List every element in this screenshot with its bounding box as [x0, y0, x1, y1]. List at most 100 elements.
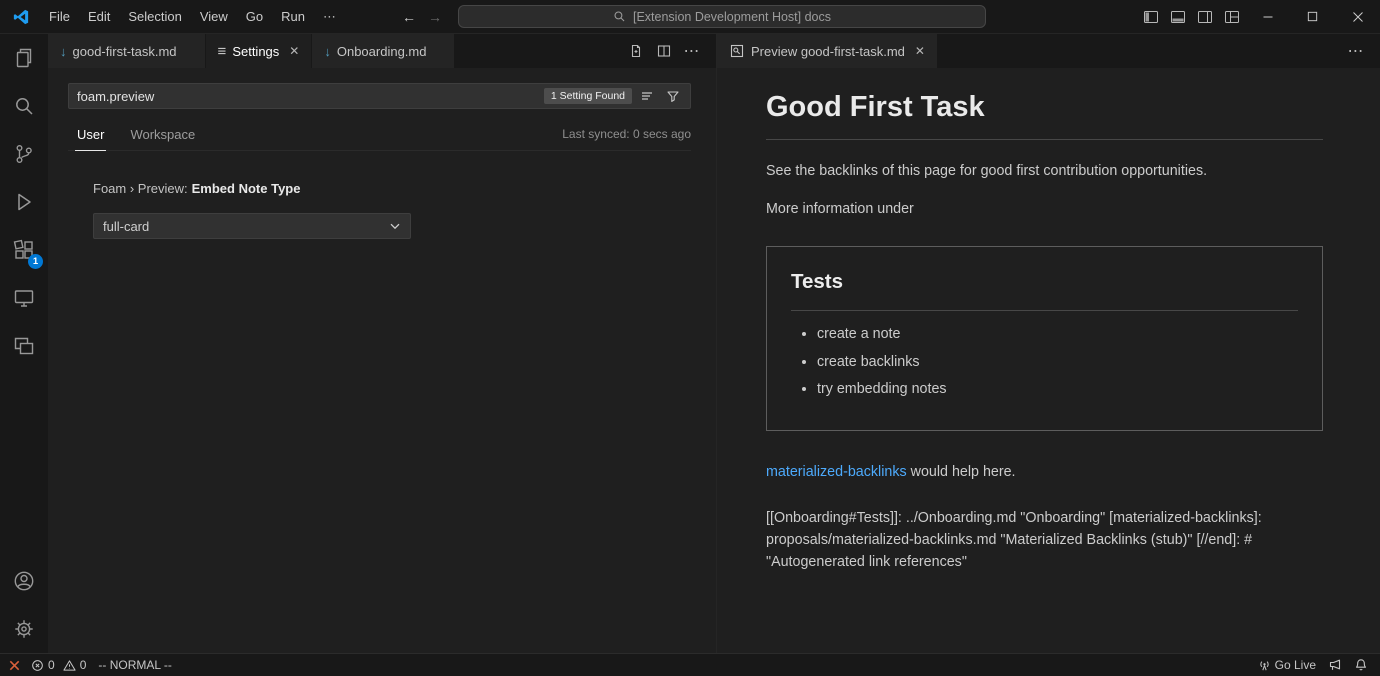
editor-actions-right: ⋯: [1344, 34, 1380, 68]
link-tail-text: would help here.: [907, 464, 1016, 480]
source-control-icon[interactable]: [0, 130, 48, 178]
embed-bullet-item: create a note: [817, 324, 1298, 345]
dropdown-value: full-card: [103, 219, 149, 234]
warnings-count: 0: [80, 658, 87, 672]
setting-title: Foam › Preview:Embed Note Type: [93, 181, 691, 196]
preview-title: Good First Task: [766, 86, 1323, 140]
editor-actions-left: ⋯: [624, 34, 716, 68]
notifications-bell-icon[interactable]: [1348, 654, 1374, 676]
extensions-icon[interactable]: 1: [0, 226, 48, 274]
tab-preview-good-first-task[interactable]: Preview good-first-task.md ✕: [717, 34, 938, 68]
split-editor-icon[interactable]: [652, 39, 676, 63]
errors-icon: [31, 659, 44, 672]
extensions-badge: 1: [28, 254, 43, 269]
go-live-button[interactable]: Go Live: [1252, 654, 1322, 676]
vim-mode-status[interactable]: -- NORMAL --: [92, 654, 178, 676]
setting-name: Embed Note Type: [192, 181, 301, 196]
forward-button[interactable]: →: [424, 9, 446, 25]
tab-onboarding[interactable]: ↓ Onboarding.md: [312, 34, 455, 68]
run-debug-icon[interactable]: [0, 178, 48, 226]
tab-settings[interactable]: ≡ Settings ✕: [206, 34, 313, 68]
preview-paragraph: materialized-backlinks would help here.: [766, 462, 1323, 483]
search-icon: [613, 10, 626, 23]
settings-gear-icon[interactable]: [0, 605, 48, 653]
materialized-backlinks-link[interactable]: materialized-backlinks: [766, 464, 907, 480]
last-synced-label: Last synced: 0 secs ago: [562, 127, 691, 150]
funnel-filter-icon[interactable]: [662, 85, 684, 107]
status-bar: 0 0 -- NORMAL -- Go Live: [0, 653, 1380, 676]
preview-paragraph: More information under: [766, 199, 1323, 220]
settings-search-value: foam.preview: [77, 89, 154, 104]
account-icon[interactable]: [0, 557, 48, 605]
vscode-window: File Edit Selection View Go Run ⋯ ← → [E…: [0, 0, 1380, 676]
toggle-sidebar-icon[interactable]: [1137, 0, 1164, 33]
editor-group-right: Preview good-first-task.md ✕ ⋯ Good Firs…: [717, 34, 1380, 653]
embed-note-type-select[interactable]: full-card: [93, 213, 411, 239]
menu-go[interactable]: Go: [237, 5, 272, 28]
errors-count: 0: [48, 658, 55, 672]
embed-bullet-item: try embedding notes: [817, 379, 1298, 400]
embedded-note-card: Tests create a note create backlinks try…: [766, 246, 1323, 431]
search-view-icon[interactable]: [0, 82, 48, 130]
menu-selection[interactable]: Selection: [119, 5, 190, 28]
titlebar-right: [1137, 0, 1380, 33]
activity-bar-bottom: [0, 557, 48, 653]
close-window-button[interactable]: [1335, 0, 1380, 33]
filter-lines-icon[interactable]: [636, 85, 658, 107]
settings-editor: foam.preview 1 Setting Found User Worksp…: [48, 68, 716, 239]
embed-bullet-item: create backlinks: [817, 352, 1298, 373]
warnings-icon: [63, 659, 76, 672]
minimize-button[interactable]: [1245, 0, 1290, 33]
settings-scope-tabs: User Workspace Last synced: 0 secs ago: [68, 123, 691, 151]
markdown-file-icon: ↓: [60, 44, 67, 59]
close-tab-icon[interactable]: ✕: [915, 44, 925, 58]
remote-indicator-icon[interactable]: [4, 654, 25, 676]
tab-bar-left: ↓ good-first-task.md ≡ Settings ✕ ↓ Onbo…: [48, 34, 716, 68]
windows-panels-icon[interactable]: [0, 322, 48, 370]
tab-label: good-first-task.md: [73, 44, 177, 59]
titlebar-left: File Edit Selection View Go Run ⋯: [0, 5, 346, 29]
chevron-down-icon: [388, 219, 402, 233]
menu-overflow-icon[interactable]: ⋯: [314, 5, 346, 29]
status-bar-right: Go Live: [1252, 654, 1374, 676]
embedded-note-list: create a note create backlinks try embed…: [791, 324, 1298, 400]
tab-label: Preview good-first-task.md: [751, 44, 905, 59]
vscode-logo-icon: [12, 8, 30, 26]
more-actions-icon[interactable]: ⋯: [680, 39, 704, 63]
menu-edit[interactable]: Edit: [79, 5, 119, 28]
more-actions-icon[interactable]: ⋯: [1344, 39, 1368, 63]
tab-good-first-task[interactable]: ↓ good-first-task.md: [48, 34, 206, 68]
link-references-text: [[Onboarding#Tests]]: ../Onboarding.md "…: [766, 507, 1323, 573]
close-tab-icon[interactable]: ✕: [289, 44, 299, 58]
toggle-secondary-sidebar-icon[interactable]: [1191, 0, 1218, 33]
tab-label: Settings: [232, 44, 279, 59]
settings-found-badge: 1 Setting Found: [544, 88, 632, 104]
settings-search-input[interactable]: foam.preview 1 Setting Found: [68, 83, 691, 109]
setting-item-embed-note-type: Foam › Preview:Embed Note Type full-card: [93, 181, 691, 239]
command-center-search[interactable]: [Extension Development Host] docs: [458, 5, 986, 28]
titlebar-center: ← → [Extension Development Host] docs: [398, 0, 986, 33]
customize-layout-icon[interactable]: [1218, 0, 1245, 33]
markdown-preview-pane: Good First Task See the backlinks of thi…: [717, 68, 1380, 573]
markdown-preview-icon: [729, 43, 745, 59]
command-center-label: [Extension Development Host] docs: [633, 10, 831, 24]
scope-tab-user[interactable]: User: [75, 123, 106, 151]
maximize-button[interactable]: [1290, 0, 1335, 33]
menu-view[interactable]: View: [191, 5, 237, 28]
embedded-note-title: Tests: [791, 267, 1298, 311]
feedback-icon[interactable]: [1322, 654, 1348, 676]
open-settings-json-icon[interactable]: [624, 39, 648, 63]
menu-file[interactable]: File: [40, 5, 79, 28]
editor-group-left: ↓ good-first-task.md ≡ Settings ✕ ↓ Onbo…: [48, 34, 716, 653]
go-live-label: Go Live: [1275, 658, 1316, 672]
explorer-icon[interactable]: [0, 34, 48, 82]
title-bar: File Edit Selection View Go Run ⋯ ← → [E…: [0, 0, 1380, 34]
back-button[interactable]: ←: [398, 9, 420, 25]
toggle-panel-icon[interactable]: [1164, 0, 1191, 33]
problems-status[interactable]: 0 0: [25, 654, 92, 676]
scope-tab-workspace[interactable]: Workspace: [128, 123, 197, 150]
broadcast-tower-icon: [1258, 659, 1271, 672]
remote-explorer-icon[interactable]: [0, 274, 48, 322]
main-area: 1 ↓ good-first-task.md: [0, 34, 1380, 653]
menu-run[interactable]: Run: [272, 5, 314, 28]
